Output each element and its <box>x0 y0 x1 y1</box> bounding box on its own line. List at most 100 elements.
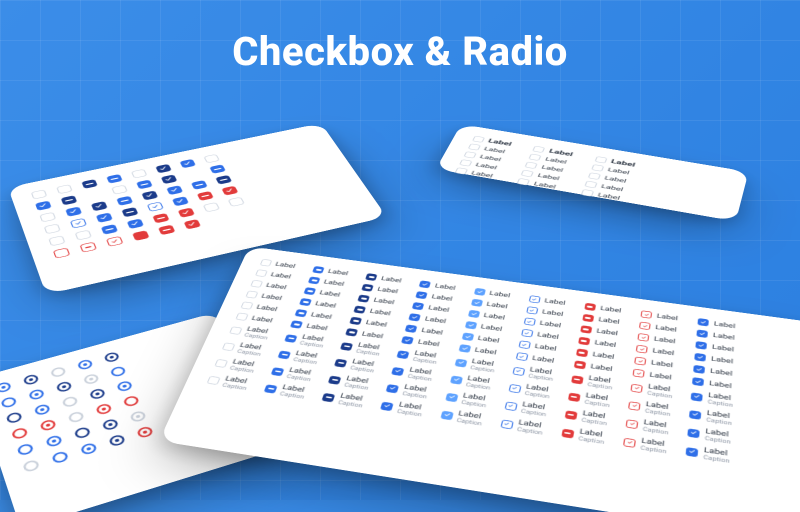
checkbox-with-label[interactable]: Label <box>240 301 280 313</box>
radio-blue-on[interactable] <box>0 381 12 394</box>
checkbox-fill-navy-check[interactable] <box>161 174 178 184</box>
checkbox-with-label[interactable]: LabelCaption <box>687 425 731 445</box>
checkbox-with-label[interactable]: Label <box>412 302 452 314</box>
checkbox-fill-blue-check[interactable] <box>96 212 113 222</box>
checkbox-with-label[interactable]: LabelCaption <box>689 407 732 426</box>
radio-navy-on[interactable] <box>56 381 73 393</box>
checkbox-fill-navy-dash[interactable] <box>340 342 353 351</box>
radio-blue-off[interactable] <box>16 443 34 457</box>
checkbox-fill-navy-dash[interactable] <box>61 195 78 205</box>
checkbox-with-label[interactable]: Label <box>464 321 505 333</box>
checkbox-fill-blue-dash[interactable] <box>278 350 292 359</box>
checkbox-with-label[interactable]: Label <box>697 329 738 342</box>
checkbox-with-label[interactable]: LabelCaption <box>277 348 321 366</box>
checkbox-fill-blue-check[interactable] <box>65 207 82 217</box>
checkbox-fill-lblue-check[interactable] <box>461 332 474 341</box>
checkbox-fill-navy-dash[interactable] <box>354 306 367 314</box>
checkbox-with-label[interactable]: LabelCaption <box>625 416 669 436</box>
checkbox-outline-blue-check[interactable] <box>526 306 538 314</box>
checkbox-fill-navy-dash[interactable] <box>334 358 347 367</box>
checkbox-fill-navy-dash[interactable] <box>81 179 98 189</box>
checkbox-outline-default-empty[interactable] <box>525 162 538 169</box>
checkbox-with-label[interactable]: LabelCaption <box>213 356 257 374</box>
checkbox-outline-blue-check[interactable] <box>516 352 529 361</box>
checkbox-outline-default-empty[interactable] <box>229 326 243 335</box>
radio-grey-off[interactable] <box>67 411 85 424</box>
checkbox-outline-red-check[interactable] <box>628 401 640 411</box>
checkbox-with-label[interactable]: Label <box>471 299 511 311</box>
checkbox-with-label[interactable]: LabelCaption <box>221 340 265 357</box>
checkbox-with-label[interactable]: Label <box>639 322 679 334</box>
checkbox-with-label[interactable]: Label <box>235 313 276 325</box>
checkbox-fill-blue-check[interactable] <box>397 350 410 359</box>
checkbox-with-label[interactable]: LabelCaption <box>385 381 429 400</box>
checkbox-outline-default-empty[interactable] <box>581 189 594 197</box>
checkbox-fill-navy-check[interactable] <box>141 190 158 200</box>
checkbox-with-label[interactable]: Label <box>290 320 331 332</box>
checkbox-outline-default-empty[interactable] <box>584 181 597 189</box>
checkbox-with-label[interactable]: Label <box>419 280 458 292</box>
checkbox-fill-navy-dash[interactable] <box>358 295 371 303</box>
checkbox-fill-blue-dash[interactable] <box>284 334 297 343</box>
checkbox-with-label[interactable]: LabelCaption <box>628 398 672 417</box>
checkbox-with-label[interactable]: Label <box>696 341 737 354</box>
radio-blue-on[interactable] <box>77 359 94 371</box>
checkbox-fill-red-check[interactable] <box>221 186 238 196</box>
checkbox-outline-red-check[interactable] <box>641 310 653 318</box>
checkbox-outline-blue-check[interactable] <box>512 367 525 376</box>
checkbox-outline-blue-check[interactable] <box>504 401 517 411</box>
checkbox-outline-default-empty[interactable] <box>468 143 481 150</box>
checkbox-outline-red-check[interactable] <box>631 383 643 392</box>
checkbox-fill-red-dash[interactable] <box>584 303 596 311</box>
checkbox-with-label[interactable]: Label <box>529 295 569 307</box>
checkbox-with-label[interactable]: LabelCaption <box>686 444 731 464</box>
radio-grey-off[interactable] <box>50 366 67 378</box>
checkbox-with-label[interactable]: Label <box>584 303 624 315</box>
checkbox-fill-blue-check[interactable] <box>692 377 704 386</box>
checkbox-with-label[interactable]: Label <box>576 348 617 361</box>
radio-blue-on[interactable] <box>34 403 51 416</box>
checkbox-fill-lblue-check[interactable] <box>450 375 463 384</box>
checkbox-with-label[interactable]: Label <box>633 369 675 382</box>
radio-blue-off[interactable] <box>0 396 17 409</box>
checkbox-with-label[interactable]: LabelCaption <box>321 390 366 409</box>
checkbox-fill-blue-check[interactable] <box>166 185 183 195</box>
checkbox-fill-blue-check[interactable] <box>697 329 709 338</box>
checkbox-fill-blue-check[interactable] <box>696 341 708 350</box>
checkbox-with-label[interactable]: Label <box>641 310 681 322</box>
checkbox-with-label[interactable]: LabelCaption <box>571 373 614 391</box>
radio-red-off[interactable] <box>11 427 29 440</box>
checkbox-fill-blue-check[interactable] <box>688 428 700 438</box>
checkbox-fill-blue-dash[interactable] <box>271 367 285 376</box>
checkbox-with-label[interactable]: LabelCaption <box>327 373 371 391</box>
checkbox-with-label[interactable]: Label <box>312 266 351 277</box>
checkbox-with-label[interactable]: LabelCaption <box>500 417 545 437</box>
checkbox-fill-blue-dash[interactable] <box>295 309 308 317</box>
checkbox-outline-blue-check[interactable] <box>500 419 513 429</box>
checkbox-outline-default-empty[interactable] <box>203 202 220 212</box>
checkbox-with-label[interactable]: Label <box>580 325 621 338</box>
radio-red-off[interactable] <box>122 395 140 408</box>
radio-navy-on[interactable] <box>89 388 106 401</box>
checkbox-fill-blue-dash[interactable] <box>290 320 303 328</box>
checkbox-with-label[interactable]: Label <box>523 317 563 329</box>
checkbox-with-label[interactable]: LabelCaption <box>391 364 435 382</box>
checkbox-fill-red-dash[interactable] <box>576 348 588 357</box>
checkbox-fill-navy-dash[interactable] <box>322 393 336 402</box>
radio-blue-on[interactable] <box>80 442 98 456</box>
checkbox-fill-red-dash[interactable] <box>565 410 578 420</box>
checkbox-outline-red-check[interactable] <box>633 369 645 378</box>
checkbox-fill-blue-check[interactable] <box>698 318 709 326</box>
checkbox-outline-default-empty[interactable] <box>591 164 604 171</box>
checkbox-with-label[interactable]: Label <box>250 280 290 292</box>
checkbox-fill-navy-dash[interactable] <box>121 207 138 217</box>
checkbox-fill-lblue-check[interactable] <box>464 321 476 329</box>
checkbox-outline-red-empty[interactable] <box>53 248 70 259</box>
checkbox-outline-default-empty[interactable] <box>207 375 221 384</box>
checkbox-outline-blue-check[interactable] <box>518 340 530 349</box>
checkbox-outline-default-empty[interactable] <box>455 167 469 174</box>
checkbox-fill-blue-check[interactable] <box>416 291 428 299</box>
checkbox-fill-blue-check[interactable] <box>419 280 431 288</box>
checkbox-with-label[interactable]: Label <box>350 317 391 329</box>
checkbox-outline-default-empty[interactable] <box>75 230 92 241</box>
